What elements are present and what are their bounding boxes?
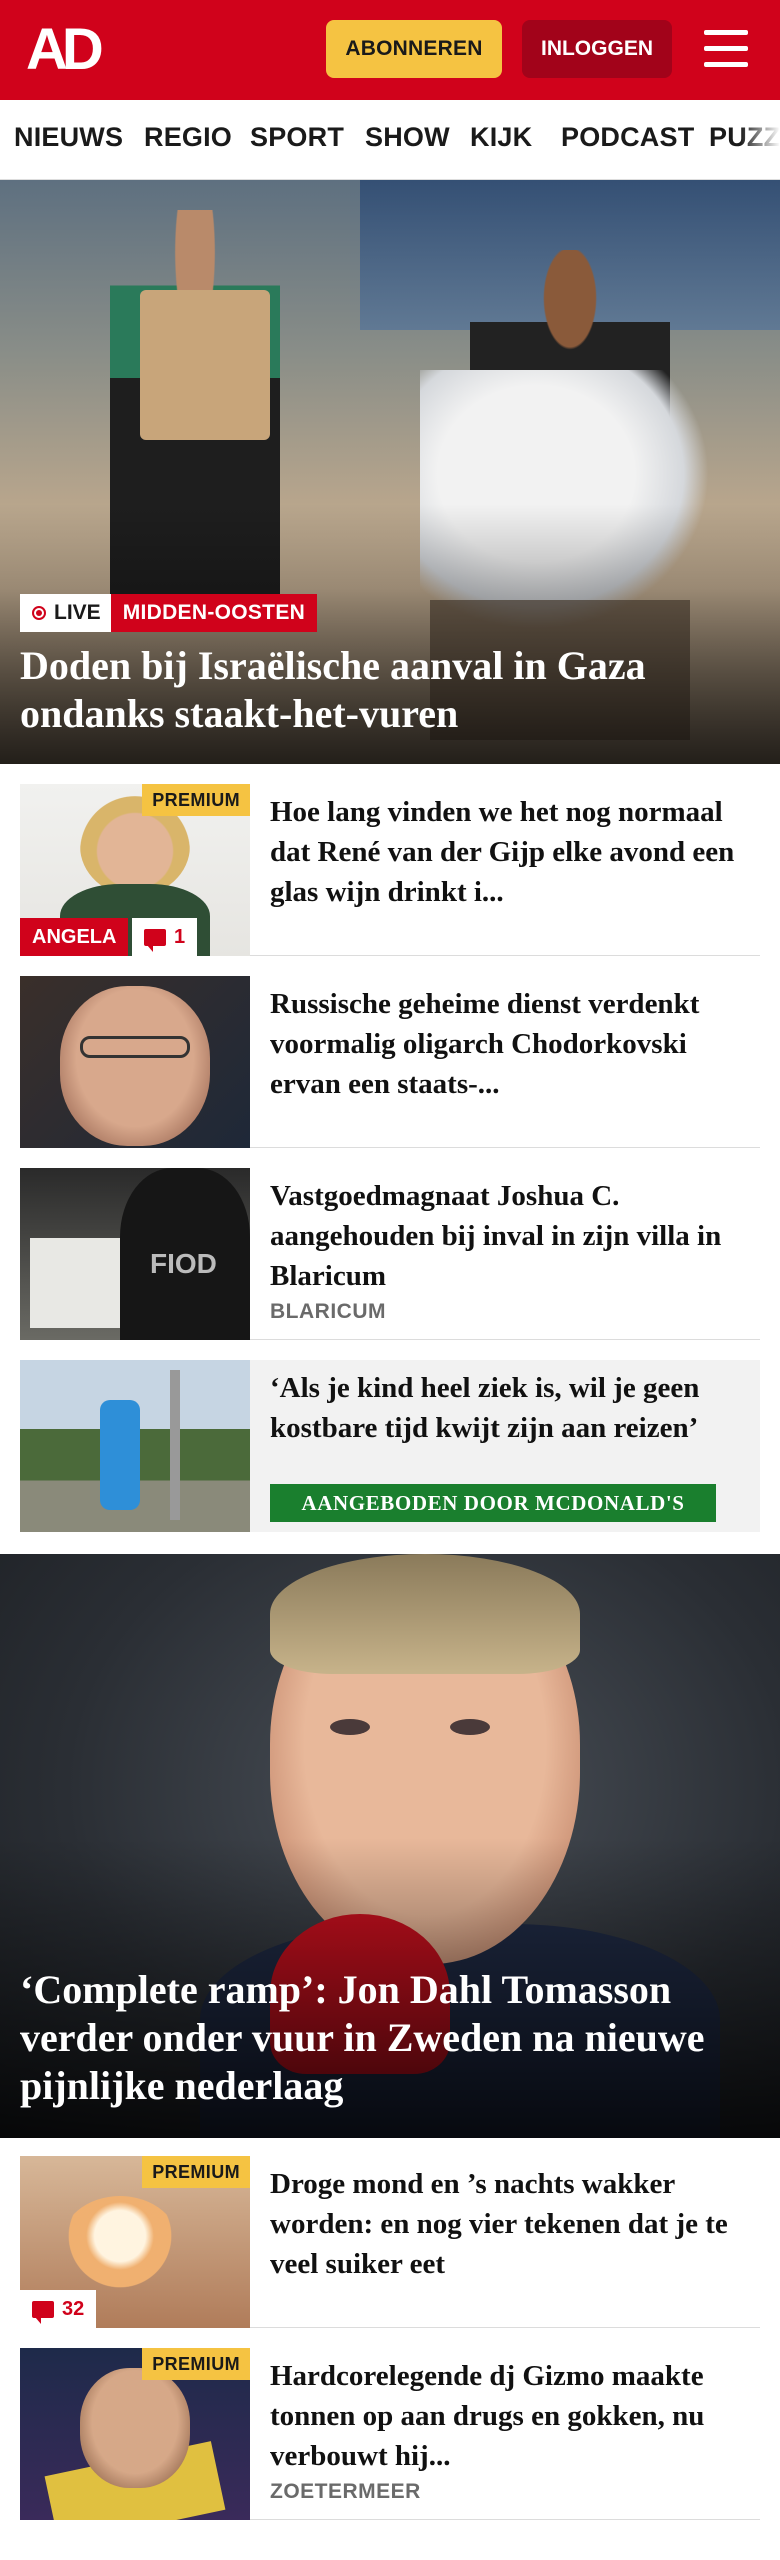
article-thumbnail: PREMIUM ANGELA 1 [20, 784, 250, 956]
article-title[interactable]: Hardcorelegende dj Gizmo maakte tonnen o… [270, 2356, 756, 2476]
subscribe-button[interactable]: ABONNEREN [326, 20, 502, 78]
nav-item-nieuws[interactable]: NIEUWS [14, 122, 123, 153]
sponsored-row[interactable]: ‘Als je kind heel ziek is, wil je geen k… [20, 1360, 760, 1532]
nav-item-sport[interactable]: SPORT [250, 122, 344, 153]
article-thumbnail [20, 1360, 250, 1532]
article-title[interactable]: Droge mond en ’s nachts wakker worden: e… [270, 2164, 756, 2284]
article-row[interactable]: PREMIUM ANGELA 1 Hoe lang vinden we het … [20, 784, 760, 956]
comment-icon [144, 928, 166, 952]
article-row[interactable]: PREMIUM Hardcorelegende dj Gizmo maakte … [20, 2348, 760, 2520]
hero-title[interactable]: Doden bij Israëlische aanval in Gaza ond… [20, 642, 760, 738]
nav-item-kijk[interactable]: KIJK [470, 122, 532, 153]
sponsor-label: AANGEBODEN DOOR MCDONALD'S [270, 1484, 716, 1522]
live-dot-icon [32, 606, 46, 620]
article-thumbnail: PREMIUM 32 [20, 2156, 250, 2328]
comment-count: 32 [20, 2290, 97, 2328]
premium-badge: PREMIUM [142, 2156, 250, 2188]
article-location: BLARICUM [270, 1300, 386, 1323]
article-row[interactable]: PREMIUM 32 Droge mond en ’s nachts wakke… [20, 2156, 760, 2328]
category-tag: MIDDEN-OOSTEN [110, 594, 318, 632]
login-button[interactable]: INLOGGEN [522, 20, 672, 78]
hero-labels: LIVE MIDDEN-OOSTEN [20, 594, 318, 632]
article-row[interactable]: FIOD Vastgoedmagnaat Joshua C. aangehoud… [20, 1168, 760, 1340]
article-title[interactable]: ‘Als je kind heel ziek is, wil je geen k… [270, 1368, 756, 1448]
comment-count: 1 [132, 918, 198, 956]
menu-icon[interactable] [700, 24, 752, 74]
article-title[interactable]: Russische geheime dienst verdenkt voorma… [270, 984, 756, 1104]
ad-logo[interactable]: AD [26, 20, 116, 80]
premium-badge: PREMIUM [142, 784, 250, 816]
article-title[interactable]: Vastgoedmagnaat Joshua C. aangehouden bi… [270, 1176, 756, 1296]
nav-item-regio[interactable]: REGIO [144, 122, 232, 153]
article-thumbnail: PREMIUM [20, 2348, 250, 2520]
comment-icon [32, 2300, 54, 2324]
category-badge: ANGELA [20, 918, 129, 956]
section-nav: NIEUWS REGIO SPORT SHOW KIJK PODCAST PUZ… [0, 100, 780, 180]
nav-item-show[interactable]: SHOW [365, 122, 450, 153]
premium-badge: PREMIUM [142, 2348, 250, 2380]
nav-item-podcast[interactable]: PODCAST [561, 122, 694, 153]
fiod-lettering: FIOD [150, 1248, 217, 1279]
article-thumbnail [20, 976, 250, 1148]
live-badge: LIVE [20, 594, 111, 632]
nav-fade [740, 100, 780, 179]
article-title[interactable]: Hoe lang vinden we het nog normaal dat R… [270, 792, 756, 912]
article-row[interactable]: Russische geheime dienst verdenkt voorma… [20, 976, 760, 1148]
article-thumbnail: FIOD [20, 1168, 250, 1340]
article-location: ZOETERMEER [270, 2480, 421, 2503]
hero-title[interactable]: ‘Complete ramp’: Jon Dahl Tomasson verde… [20, 1966, 760, 2110]
top-bar: AD ABONNEREN INLOGGEN [0, 0, 780, 100]
